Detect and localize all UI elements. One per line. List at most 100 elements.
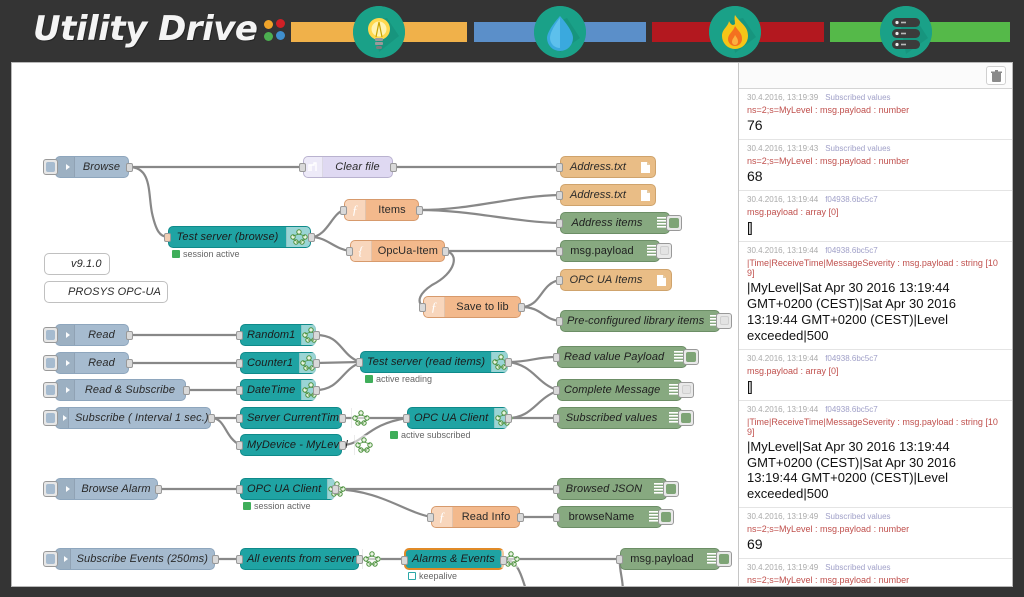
output-port[interactable] [339, 414, 346, 423]
input-port[interactable] [236, 485, 243, 494]
output-port[interactable] [518, 303, 525, 312]
node-opcua-mydevice-mylevel[interactable]: MyDevice - MyLevel [236, 434, 373, 456]
output-port[interactable] [505, 414, 512, 423]
debug-message-list[interactable]: 30.4.2016, 13:19:39 Subscribed values ns=2… [739, 89, 1012, 586]
node-comment-version[interactable]: v9.1.0 [44, 253, 110, 275]
input-port[interactable] [556, 163, 563, 172]
input-port[interactable] [553, 414, 560, 423]
node-comment-prosys[interactable]: PROSYS OPC-UA [44, 281, 168, 303]
node-debug-msg-payload-2[interactable]: msg.payload [616, 548, 732, 570]
output-port[interactable] [313, 359, 320, 368]
debug-toggle-button[interactable] [678, 410, 694, 426]
input-port[interactable] [164, 233, 171, 242]
debug-toggle-button[interactable] [656, 243, 672, 259]
output-port[interactable] [500, 556, 507, 565]
inject-button[interactable] [43, 410, 58, 426]
debug-source[interactable]: Subscribed values [825, 93, 890, 102]
node-debug-browsed-json[interactable]: Browsed JSON [553, 478, 679, 500]
node-inject-read-subscribe[interactable]: Read & Subscribe [43, 379, 190, 401]
output-port[interactable] [332, 485, 339, 494]
node-opcua-alarms-events[interactable]: Alarms & Events [401, 548, 520, 570]
node-function-read-info[interactable]: ƒ Read Info [427, 506, 524, 528]
inject-button[interactable] [43, 551, 58, 567]
node-opcua-client-2[interactable]: OPC UA Client [236, 478, 347, 500]
debug-message[interactable]: 30.4.2016, 13:19:49 Subscribed values ns=2… [739, 559, 1012, 586]
inject-button[interactable] [43, 327, 58, 343]
output-port[interactable] [505, 358, 512, 367]
input-port[interactable] [427, 513, 434, 522]
input-port[interactable] [236, 359, 243, 368]
output-port[interactable] [126, 331, 133, 340]
output-port[interactable] [313, 386, 320, 395]
input-port[interactable] [340, 206, 347, 215]
debug-source[interactable]: Subscribed values [825, 512, 890, 521]
debug-toggle-button[interactable] [716, 551, 732, 567]
debug-source[interactable]: f04938.6bc5c7 [825, 195, 878, 204]
debug-source[interactable]: f04938.6bc5c7 [825, 354, 878, 363]
output-port[interactable] [442, 247, 449, 256]
input-port[interactable] [616, 555, 623, 564]
inject-button[interactable] [43, 382, 58, 398]
output-port[interactable] [390, 163, 397, 172]
output-port[interactable] [183, 386, 190, 395]
output-port[interactable] [155, 485, 162, 494]
node-fileout-opc-ua-items[interactable]: OPC UA Items [556, 269, 672, 291]
node-fileout-address-txt-2[interactable]: Address.txt [556, 184, 656, 206]
node-debug-read-value-payload[interactable]: Read value Payload [553, 346, 699, 368]
input-port[interactable] [299, 163, 306, 172]
input-port[interactable] [236, 414, 243, 423]
input-port[interactable] [556, 219, 563, 228]
flow-canvas[interactable]: Browse Clear file Address.txt Address.tx… [12, 63, 740, 586]
input-port[interactable] [556, 276, 563, 285]
debug-toggle-button[interactable] [663, 481, 679, 497]
input-port[interactable] [553, 386, 560, 395]
node-inject-read-2[interactable]: Read [43, 352, 133, 374]
input-port[interactable] [419, 303, 426, 312]
debug-message[interactable]: 30.4.2016, 13:19:49 Subscribed values ns=2… [739, 508, 1012, 560]
input-port[interactable] [556, 317, 563, 326]
node-opcua-counter1[interactable]: Counter1 [236, 352, 320, 374]
input-port[interactable] [556, 247, 563, 256]
debug-toggle-button[interactable] [666, 215, 682, 231]
debug-source[interactable]: Subscribed values [825, 563, 890, 572]
node-debug-complete-message[interactable]: Complete Message [553, 379, 694, 401]
node-debug-address-items[interactable]: Address items [556, 212, 682, 234]
node-function-opcua-item[interactable]: { OpcUa-Item [346, 240, 449, 262]
debug-toggle-button[interactable] [716, 313, 732, 329]
trash-icon[interactable] [986, 66, 1006, 85]
input-port[interactable] [553, 485, 560, 494]
output-port[interactable] [308, 233, 315, 242]
output-port[interactable] [208, 414, 215, 423]
node-fileout-address-txt-1[interactable]: Address.txt [556, 156, 656, 178]
debug-toggle-button[interactable] [678, 382, 694, 398]
input-port[interactable] [236, 331, 243, 340]
input-port[interactable] [356, 358, 363, 367]
node-inject-browse-alarm[interactable]: Browse Alarm [43, 478, 162, 500]
debug-source[interactable]: Subscribed values [825, 144, 890, 153]
node-opcua-test-server-browse[interactable]: Test server (browse) [164, 226, 315, 248]
output-port[interactable] [313, 331, 320, 340]
output-port[interactable] [356, 555, 363, 564]
node-inject-browse[interactable]: Browse [43, 156, 133, 178]
node-debug-subscribed-values[interactable]: Subscribed values [553, 407, 694, 429]
output-port[interactable] [126, 359, 133, 368]
output-port[interactable] [339, 441, 346, 450]
output-port[interactable] [126, 163, 133, 172]
node-inject-subscribe-interval[interactable]: Subscribe ( Interval 1 sec.) [43, 407, 215, 429]
debug-message[interactable]: 30.4.2016, 13:19:44 f04938.6bc5c7 msg.payl… [739, 350, 1012, 401]
input-port[interactable] [556, 191, 563, 200]
input-port[interactable] [236, 386, 243, 395]
inject-button[interactable] [43, 481, 58, 497]
node-opcua-client-1[interactable]: OPC UA Client [403, 407, 514, 429]
node-opcua-datetime[interactable]: DateTime [236, 379, 321, 401]
output-port[interactable] [517, 513, 524, 522]
node-inject-read-1[interactable]: Read [43, 324, 133, 346]
node-debug-browsename[interactable]: browseName [553, 506, 674, 528]
input-port[interactable] [403, 414, 410, 423]
node-debug-preconfigured-library-items[interactable]: Pre-configured library items [556, 310, 732, 332]
node-function-save-to-lib[interactable]: ƒ Save to lib [419, 296, 525, 318]
output-port[interactable] [416, 206, 423, 215]
debug-message[interactable]: 30.4.2016, 13:19:44 f04938.6bc5c7 msg.payl… [739, 191, 1012, 243]
node-opcua-all-events-from-server[interactable]: All events from server [236, 548, 381, 570]
node-inject-subscribe-events[interactable]: Subscribe Events (250ms) [43, 548, 219, 570]
